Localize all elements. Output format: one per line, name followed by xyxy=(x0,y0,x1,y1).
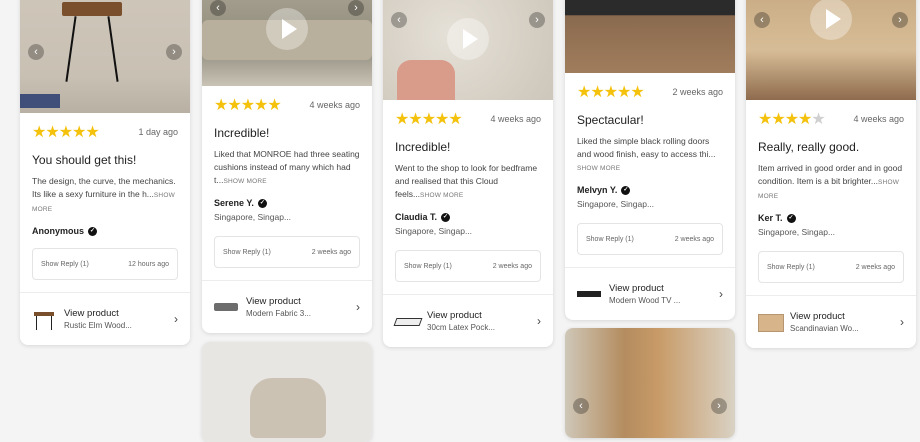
review-text: The design, the curve, the mechanics. It… xyxy=(32,176,176,213)
show-reply-button[interactable]: Show Reply (1) 12 hours ago xyxy=(32,248,178,280)
chevron-left-icon[interactable]: ‹ xyxy=(391,12,407,28)
review-photo[interactable] xyxy=(202,342,372,442)
view-product-link[interactable]: View product Modern Wood TV ... › xyxy=(565,267,735,320)
chevron-right-icon[interactable]: › xyxy=(711,398,727,414)
star-rating: ★★★★★ xyxy=(395,111,463,128)
product-name: 30cm Latex Pock... xyxy=(427,323,496,332)
verified-check-icon: ✓ xyxy=(621,185,631,195)
chevron-right-icon[interactable]: › xyxy=(529,12,545,28)
review-title: You should get this! xyxy=(32,153,137,167)
show-reply-button[interactable]: Show Reply (1) 2 weeks ago xyxy=(577,223,723,255)
view-product-label: View product xyxy=(790,311,845,322)
star-rating: ★★★★★ xyxy=(577,84,645,101)
verified-check-icon: ✓ xyxy=(257,198,267,208)
review-card: ‹ › xyxy=(565,328,735,438)
reviewer-location: Singapore, Singap... xyxy=(577,199,655,209)
review-text: Liked the simple black rolling doors and… xyxy=(577,136,716,172)
reviewer-name: Anonymous ✓ xyxy=(32,226,98,236)
show-more-link[interactable]: SHOW MORE xyxy=(420,192,463,199)
product-thumbnail xyxy=(577,282,601,306)
review-time: 1 day ago xyxy=(138,127,178,137)
star-rating: ★★★★★ xyxy=(32,124,100,141)
view-product-link[interactable]: View product 30cm Latex Pock... › xyxy=(383,294,553,347)
show-more-link[interactable]: SHOW MORE xyxy=(577,165,620,172)
review-text: Item arrived in good order and in good c… xyxy=(758,163,903,200)
review-time: 4 weeks ago xyxy=(309,100,360,110)
verified-check-icon: ✓ xyxy=(88,226,98,236)
product-thumbnail xyxy=(32,307,56,331)
review-photo[interactable]: ‹ › xyxy=(20,0,190,113)
chevron-left-icon[interactable]: ‹ xyxy=(28,43,44,60)
reviewer-location: Singapore, Singap... xyxy=(214,212,292,222)
play-icon[interactable] xyxy=(810,0,852,40)
product-name: Modern Wood TV ... xyxy=(609,296,681,305)
review-title: Really, really good. xyxy=(758,140,860,154)
review-text: Went to the shop to look for bedframe an… xyxy=(395,163,538,199)
product-name: Modern Fabric 3... xyxy=(246,309,311,318)
reviewer-location: Singapore, Singap... xyxy=(395,226,473,236)
review-text: Liked that MONROE had three seating cush… xyxy=(214,149,360,185)
view-product-link[interactable]: View product Scandinavian Wo... › xyxy=(746,295,916,348)
review-card: ‹ › ★★★★★ 4 weeks ago Incredible! Liked t… xyxy=(202,0,372,333)
review-card: ‹ › ★★★★★ 4 weeks ago Really, really good… xyxy=(746,0,916,348)
review-card: ‹ › ★★★★★ 4 weeks ago Incredible! Went to… xyxy=(383,0,553,347)
play-icon[interactable] xyxy=(266,8,308,50)
star-rating: ★★★★★ xyxy=(214,97,282,114)
view-product-label: View product xyxy=(609,283,664,294)
chevron-right-icon: › xyxy=(719,287,723,301)
chevron-right-icon: › xyxy=(356,300,360,314)
chevron-right-icon[interactable]: › xyxy=(348,0,364,16)
verified-check-icon: ✓ xyxy=(441,212,451,222)
armchair-image xyxy=(250,378,326,438)
chevron-right-icon: › xyxy=(900,315,904,329)
verified-check-icon: ✓ xyxy=(786,213,796,223)
review-time: 2 weeks ago xyxy=(672,87,723,97)
chevron-left-icon[interactable]: ‹ xyxy=(573,398,589,414)
product-thumbnail xyxy=(393,309,423,333)
show-reply-button[interactable]: Show Reply (1) 2 weeks ago xyxy=(395,250,541,282)
review-title: Incredible! xyxy=(214,126,270,140)
review-card: ‹ › ★★★★★ 1 day ago You should get this! … xyxy=(20,0,190,345)
view-product-label: View product xyxy=(427,310,482,321)
chevron-right-icon[interactable]: › xyxy=(166,43,182,60)
star-rating: ★★★★★ xyxy=(758,111,826,128)
product-name: Scandinavian Wo... xyxy=(790,324,859,333)
chevron-right-icon: › xyxy=(174,312,178,326)
reviewer-name: Ker T. ✓ xyxy=(758,213,796,223)
side-table-image xyxy=(62,2,122,16)
show-more-link[interactable]: SHOW MORE xyxy=(223,178,266,185)
view-product-link[interactable]: View product Modern Fabric 3... › xyxy=(202,280,372,333)
review-video[interactable]: ‹ › xyxy=(202,0,372,86)
reviewer-name: Melvyn Y. ✓ xyxy=(577,185,631,195)
reviewer-location: Singapore, Singap... xyxy=(758,227,836,237)
chevron-left-icon[interactable]: ‹ xyxy=(210,0,226,16)
chevron-right-icon[interactable]: › xyxy=(892,12,908,28)
review-card xyxy=(202,342,372,442)
reviewer-name: Claudia T. ✓ xyxy=(395,212,451,222)
review-video[interactable]: ‹ › xyxy=(746,0,916,100)
chevron-left-icon[interactable]: ‹ xyxy=(754,12,770,28)
review-time: 4 weeks ago xyxy=(853,114,904,124)
play-icon[interactable] xyxy=(447,18,489,60)
view-product-label: View product xyxy=(64,308,119,319)
reviewer-name: Serene Y. ✓ xyxy=(214,198,267,208)
review-video[interactable]: ‹ › xyxy=(383,0,553,100)
show-reply-button[interactable]: Show Reply (1) 2 weeks ago xyxy=(214,236,360,268)
chevron-right-icon: › xyxy=(537,314,541,328)
view-product-label: View product xyxy=(246,296,301,307)
review-photo[interactable]: ‹ › xyxy=(565,328,735,438)
view-product-link[interactable]: View product Rustic Elm Wood... › xyxy=(20,292,190,345)
review-photo[interactable] xyxy=(565,0,735,73)
review-card: ★★★★★ 2 weeks ago Spectacular! Liked the … xyxy=(565,0,735,320)
review-title: Incredible! xyxy=(395,140,451,154)
review-title: Spectacular! xyxy=(577,113,644,127)
review-time: 4 weeks ago xyxy=(490,114,541,124)
product-name: Rustic Elm Wood... xyxy=(64,321,132,330)
show-reply-button[interactable]: Show Reply (1) 2 weeks ago xyxy=(758,251,904,283)
product-thumbnail xyxy=(758,310,784,334)
product-thumbnail xyxy=(214,295,238,319)
